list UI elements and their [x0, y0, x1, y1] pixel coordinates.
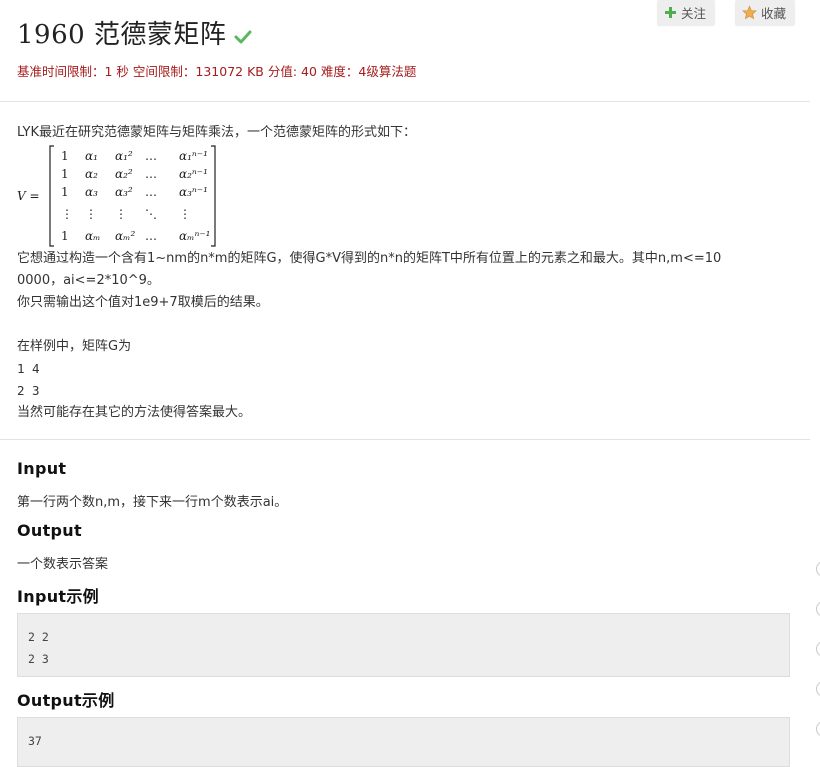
matrix-cell: α₂	[85, 167, 98, 181]
plus-icon	[665, 7, 676, 18]
follow-label: 关注	[681, 6, 707, 21]
desc-line1b: 0000，ai<=2*10^9。	[17, 273, 160, 288]
side-tool-circle[interactable]	[816, 601, 820, 617]
problem-limits: 基准时间限制：1 秒 空间限制：131072 KB 分值: 40 难度：4级算法…	[17, 64, 417, 79]
matrix-cell: αₘⁿ⁻¹	[179, 229, 210, 243]
matrix-cell: ⋮	[61, 207, 73, 221]
desc-line1a: 它想通过构造一个含有1~nm的n*m的矩阵G，使得G*V得到的n*n的矩阵T中所…	[17, 251, 722, 266]
matrix-cell: ⋱	[145, 207, 157, 221]
matrix-cell: 1	[61, 149, 69, 163]
input-example-line: 2 2	[28, 630, 49, 644]
input-example-line: 2 3	[28, 652, 49, 666]
matrix-cell: α₁	[85, 149, 98, 163]
desc-blank	[17, 314, 792, 336]
matrix-cell: α₁ⁿ⁻¹	[179, 149, 208, 163]
desc-line6: 当然可能存在其它的方法使得答案最大。	[17, 405, 252, 420]
desc-line3: 在样例中，矩阵G为	[17, 339, 132, 354]
matrix-cell: α₃ⁿ⁻¹	[179, 185, 208, 199]
matrix-label: V =	[17, 189, 40, 203]
output-example-line: 37	[28, 734, 42, 748]
problem-header: 1960 范德蒙矩阵 基准时间限制：1 秒 空间限制：131072 KB 分值:…	[0, 0, 810, 102]
matrix-cell: …	[145, 167, 157, 181]
favorite-button[interactable]: 收藏	[735, 0, 796, 25]
matrix-cell: α₁²	[115, 149, 133, 163]
output-heading: Output	[17, 521, 82, 540]
matrix-cell: ⋮	[85, 207, 97, 221]
matrix-cells: 1 α₁ α₁² … α₁ⁿ⁻¹ 1 α₂ α₂² … α₂ⁿ⁻¹ 1 α₃ α₃² … α₃ⁿ⁻¹ ⋮ ⋮ ⋮ ⋱…	[61, 149, 210, 243]
matrix-cell: …	[145, 229, 157, 243]
side-tool-circle[interactable]	[816, 561, 820, 577]
vandermonde-matrix: V = 1 α₁ α₁² … α₁ⁿ⁻¹ 1 α₂ α₂² … α₂ⁿ⁻¹ 1 α₃ α₃² … α₃ⁿ⁻¹…	[17, 144, 792, 248]
solved-check-icon	[234, 29, 252, 43]
problem-description: LYK最近在研究范德蒙矩阵与矩阵乘法，一个范德蒙矩阵的形式如下： V = 1 α₁…	[17, 122, 792, 424]
matrix-cell: …	[145, 185, 157, 199]
matrix-cell: αₘ	[85, 229, 100, 243]
output-text: 一个数表示答案	[17, 557, 109, 572]
matrix-cell: ⋮	[115, 207, 127, 221]
input-heading: Input	[17, 459, 67, 478]
output-example-box[interactable]: 37	[17, 717, 790, 767]
desc-line2: 你只需输出这个值对1e9+7取模后的结果。	[17, 295, 269, 310]
matrix-cell: α₃²	[115, 185, 133, 199]
output-example-heading: Output示例	[17, 691, 115, 710]
matrix-cell: α₂ⁿ⁻¹	[179, 167, 208, 181]
desc-matrix-row1: 1 4	[17, 361, 40, 376]
desc-intro: LYK最近在研究范德蒙矩阵与矩阵乘法，一个范德蒙矩阵的形式如下：	[17, 125, 416, 140]
star-icon	[742, 5, 757, 20]
input-example-box[interactable]: 2 2 2 3	[17, 613, 790, 677]
desc-matrix-row2: 2 3	[17, 383, 40, 398]
matrix-cell: 1	[61, 167, 69, 181]
side-tool-circle[interactable]	[816, 641, 820, 657]
matrix-cell: α₃	[85, 185, 98, 199]
title-row: 1960 范德蒙矩阵	[17, 14, 252, 51]
input-text: 第一行两个数n,m，接下来一行m个数表示ai。	[17, 495, 288, 510]
input-example-heading: Input示例	[17, 587, 99, 606]
follow-button[interactable]: 关注	[657, 0, 716, 25]
matrix-cell: ⋮	[179, 207, 191, 221]
matrix-cell: 1	[61, 185, 69, 199]
side-tool-circle[interactable]	[816, 721, 820, 737]
matrix-cell: …	[145, 149, 157, 163]
section-divider	[0, 439, 810, 440]
side-tool-circle[interactable]	[816, 681, 820, 697]
matrix-cell: αₘ²	[115, 229, 135, 243]
matrix-cell: 1	[61, 229, 69, 243]
matrix-cell: α₂²	[115, 167, 133, 181]
favorite-label: 收藏	[761, 6, 787, 21]
problem-title: 1960 范德蒙矩阵	[17, 20, 227, 50]
